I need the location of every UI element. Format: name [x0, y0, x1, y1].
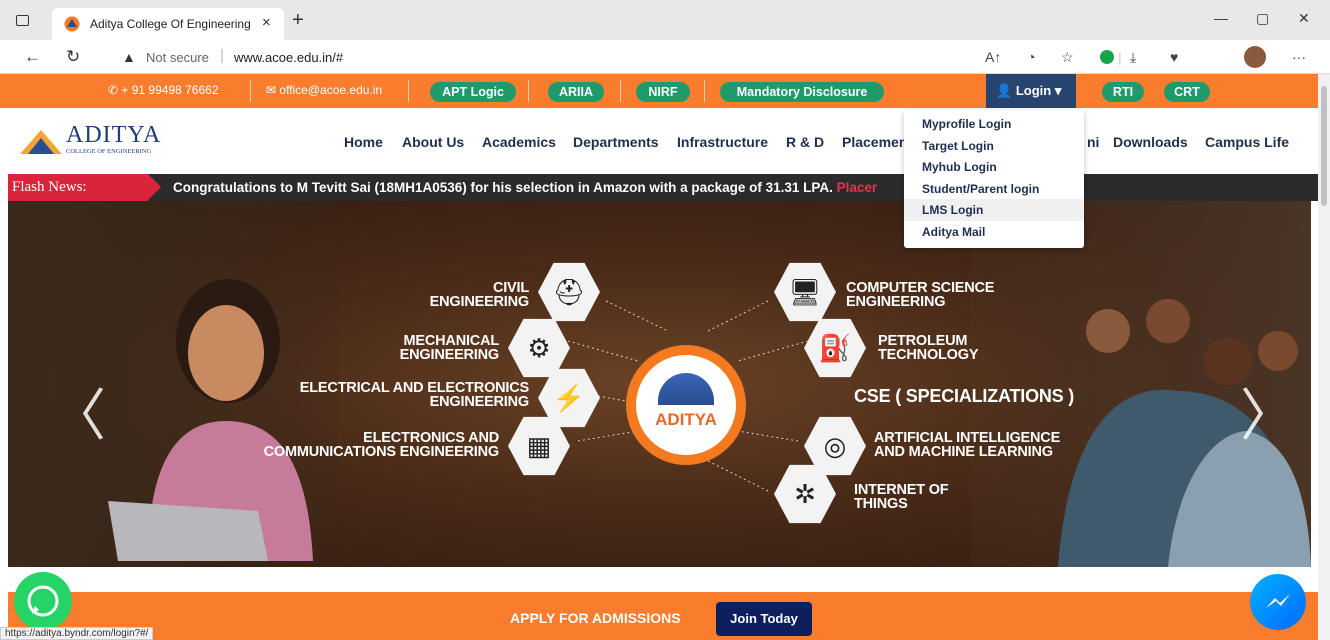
status-bar-url: https://aditya.byndr.com/login?#/: [0, 627, 154, 640]
messenger-chat-button[interactable]: [1250, 574, 1306, 630]
label-computer-science: COMPUTER SCIENCE ENGINEERING: [846, 280, 995, 310]
more-menu-icon[interactable]: ···: [1292, 49, 1306, 65]
tab-actions-icon[interactable]: [16, 15, 29, 26]
whatsapp-icon: [27, 585, 59, 617]
divider: [528, 80, 529, 102]
restore-icon[interactable]: ▢: [1256, 10, 1269, 27]
toolbar-divider: |: [1118, 49, 1122, 65]
ariia-button[interactable]: ARIIA: [548, 82, 604, 102]
back-arrow-icon[interactable]: ←: [24, 47, 41, 67]
nav-academics[interactable]: Academics: [482, 134, 556, 150]
profile-avatar[interactable]: [1244, 46, 1266, 68]
label-ai-ml: ARTIFICIAL INTELLIGENCE AND MACHINE LEARN…: [874, 430, 1061, 460]
scrollbar-thumb[interactable]: [1321, 86, 1327, 206]
flash-news-bar: Flash News: Congratulations to M Tevitt …: [8, 174, 1318, 201]
flash-news-text[interactable]: Congratulations to M Tevitt Sai (18MH1A0…: [173, 180, 877, 195]
refresh-icon[interactable]: ↻: [66, 47, 80, 67]
address-bar-row: ← ↻ ▲ Not secure | www.acoe.edu.in/# A↑ …: [0, 40, 1330, 74]
logo-name: ADITYA: [66, 122, 162, 148]
menu-item-student-parent-login[interactable]: Student/Parent login: [904, 178, 1084, 200]
label-iot: INTERNET OF THINGS: [854, 482, 949, 512]
tab-close-icon[interactable]: ×: [262, 14, 271, 31]
label-electrical: ELECTRICAL AND ELECTRONICS ENGINEERING: [299, 380, 529, 410]
favorite-icon[interactable]: ☆: [1061, 49, 1074, 66]
menu-item-aditya-mail[interactable]: Aditya Mail: [904, 221, 1084, 243]
whatsapp-chat-button[interactable]: [14, 572, 72, 630]
hero-banner: 〈 〉 ⛑ ⚙ ⚡ ▦ 🖥 ⛽ ◎ ✲ ADITYA CIVIL ENGINEER…: [8, 201, 1311, 567]
tracking-icon[interactable]: ◔: [1027, 49, 1035, 65]
divider: [408, 80, 409, 102]
nav-departments[interactable]: Departments: [573, 134, 659, 150]
divider: [620, 80, 621, 102]
nav-r-and-d[interactable]: R & D: [786, 134, 824, 150]
nav-alumni[interactable]: ni: [1087, 134, 1099, 150]
caret-down-icon: ▾: [1054, 83, 1062, 98]
url-separator: |: [220, 47, 224, 64]
site-favicon-icon: [64, 16, 80, 32]
admissions-bar: APPLY FOR ADMISSIONS Join Today: [8, 592, 1318, 640]
menu-item-target-login[interactable]: Target Login: [904, 135, 1084, 157]
browser-tab-bar: Aditya College Of Engineering × + — ▢ ✕: [0, 0, 1330, 40]
contact-bar: ✆ + 91 99498 76662 ✉ office@acoe.edu.in …: [0, 74, 1318, 108]
nirf-button[interactable]: NIRF: [636, 82, 690, 102]
minimize-icon[interactable]: —: [1214, 10, 1228, 26]
url-text[interactable]: www.acoe.edu.in/#: [234, 50, 343, 65]
read-aloud-icon[interactable]: A↑: [985, 49, 1001, 65]
messenger-icon: [1266, 594, 1290, 608]
nav-infrastructure[interactable]: Infrastructure: [677, 134, 768, 150]
address-bar[interactable]: ▲ Not secure | www.acoe.edu.in/#: [110, 44, 970, 70]
nav-downloads[interactable]: Downloads: [1113, 134, 1188, 150]
label-petroleum: PETROLEUM TECHNOLOGY: [878, 333, 979, 363]
nav-campus-life[interactable]: Campus Life: [1205, 134, 1289, 150]
logo-emblem-icon: [20, 130, 62, 154]
extension-icon[interactable]: ♥: [1170, 49, 1178, 65]
label-electronics: ELECTRONICS AND COMMUNICATIONS ENGINEERIN…: [263, 430, 500, 460]
apt-logic-button[interactable]: APT Logic: [430, 82, 516, 102]
label-civil: CIVIL ENGINEERING: [429, 280, 530, 310]
user-icon: 👤: [996, 83, 1013, 98]
browser-tab[interactable]: Aditya College Of Engineering ×: [52, 8, 284, 40]
grammarly-icon[interactable]: [1100, 50, 1114, 64]
menu-item-lms-login[interactable]: LMS Login: [904, 199, 1084, 221]
nav-placements[interactable]: Placemen: [842, 134, 907, 150]
join-today-button[interactable]: Join Today: [716, 602, 812, 636]
download-icon[interactable]: ⤓: [1130, 49, 1136, 66]
nav-home[interactable]: Home: [344, 134, 383, 150]
login-button[interactable]: 👤 Login ▾: [986, 74, 1076, 108]
divider: [704, 80, 705, 102]
nav-about-us[interactable]: About Us: [402, 134, 464, 150]
login-dropdown-menu: Myprofile Login Target Login Myhub Login…: [904, 110, 1084, 248]
label-cse-specializations: CSE ( SPECIALIZATIONS ): [854, 386, 1075, 406]
flash-news-label: Flash News:: [8, 174, 161, 201]
label-mechanical: MECHANICAL ENGINEERING: [399, 333, 500, 363]
divider: [250, 80, 251, 102]
phone-number[interactable]: ✆ + 91 99498 76662: [108, 83, 219, 97]
mail-icon: ✉: [266, 83, 280, 97]
apply-for-admissions-text[interactable]: APPLY FOR ADMISSIONS: [510, 610, 681, 626]
logo-subtitle: COLLEGE OF ENGINEERING: [66, 148, 152, 155]
rti-button[interactable]: RTI: [1102, 82, 1144, 102]
page-scrollbar[interactable]: [1318, 74, 1330, 640]
phone-icon: ✆: [108, 83, 122, 97]
menu-item-myhub-login[interactable]: Myhub Login: [904, 156, 1084, 178]
site-header: ADITYA COLLEGE OF ENGINEERING Home About…: [0, 108, 1318, 174]
warning-icon[interactable]: ▲: [122, 49, 136, 65]
crt-button[interactable]: CRT: [1164, 82, 1210, 102]
college-logo[interactable]: ADITYA COLLEGE OF ENGINEERING: [18, 122, 228, 162]
aditya-center-logo: ADITYA: [626, 345, 746, 465]
menu-item-myprofile-login[interactable]: Myprofile Login: [904, 113, 1084, 135]
tab-title: Aditya College Of Engineering: [90, 17, 251, 31]
security-status[interactable]: Not secure: [146, 50, 209, 65]
email-link[interactable]: ✉ office@acoe.edu.in: [266, 83, 382, 97]
aditya-emblem-icon: [658, 373, 714, 405]
window-close-icon[interactable]: ✕: [1298, 10, 1310, 27]
mandatory-disclosure-button[interactable]: Mandatory Disclosure: [720, 82, 884, 102]
new-tab-button[interactable]: +: [292, 9, 304, 32]
